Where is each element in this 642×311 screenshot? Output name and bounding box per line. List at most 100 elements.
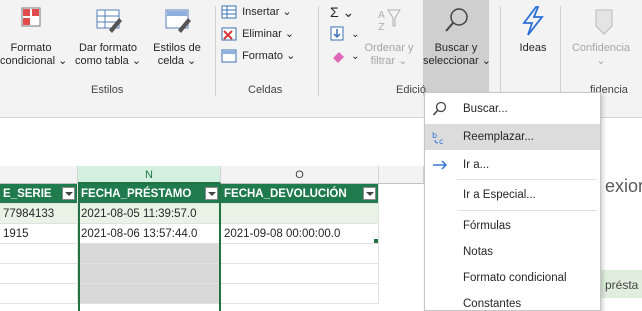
eraser-icon (333, 52, 344, 64)
menu-item-notes[interactable]: Notas (425, 239, 600, 265)
menu-item-label: Ir a Especial... (463, 189, 536, 201)
sensitivity-tag-icon (595, 9, 613, 35)
insert-label: Insertar ⌄ (242, 6, 292, 18)
table-cell[interactable] (221, 244, 379, 264)
sort-filter-button[interactable]: A Z Ordenar y filtrar ⌄ (364, 4, 414, 68)
filter-dropdown-icon[interactable] (205, 187, 218, 200)
filter-dropdown-icon[interactable] (363, 187, 376, 200)
delete-icon (221, 27, 237, 41)
table-cell[interactable] (221, 204, 379, 224)
menu-divider (457, 179, 597, 180)
separator (215, 6, 216, 96)
format-icon (221, 49, 237, 63)
format-as-table-button[interactable]: Dar formato como tabla ⌄ (72, 4, 144, 68)
column-header-n[interactable]: N (78, 166, 221, 184)
menu-item-label: Notas (463, 246, 494, 258)
column-header-m[interactable] (0, 166, 78, 184)
cell-styles-button[interactable]: Estilos de celda ⌄ (148, 4, 206, 68)
autosum-label: Σ ⌄ (330, 4, 355, 20)
find-select-label-1: Buscar y (434, 42, 478, 54)
menu-item-label: Fórmulas (463, 220, 511, 232)
autosum-button[interactable]: Σ ⌄ (330, 2, 354, 22)
delete-button[interactable]: Eliminar ⌄ (221, 24, 294, 44)
sort-filter-label-1: Ordenar y (364, 42, 414, 54)
clear-button[interactable]: ⌄ (330, 46, 359, 66)
table-header-cell[interactable]: FECHA_DEVOLUCIÓN (221, 184, 379, 204)
menu-item-replace[interactable]: b c Reemplazar... (425, 124, 600, 150)
find-select-button[interactable]: Buscar y seleccionar ⌄ (423, 0, 491, 96)
menu-item-label: Constantes (463, 298, 522, 310)
column-header-o[interactable]: O (221, 166, 379, 184)
editing-group-label: Edició (396, 84, 426, 96)
cell-styles-label-1: Estilos de (153, 42, 201, 54)
conditional-format-label-2: condicional ⌄ (0, 55, 68, 67)
format-as-table-label-1: Dar formato (78, 42, 138, 54)
header-prestamo-label: FECHA_PRÉSTAMO (81, 188, 192, 200)
ideas-label: Ideas (519, 42, 547, 54)
fill-down-icon (330, 26, 344, 41)
conditional-format-label-1: Formato (10, 42, 52, 54)
insert-icon (221, 5, 237, 19)
menu-item-goto-special[interactable]: Ir a Especial... (425, 182, 600, 208)
filter-dropdown-icon[interactable] (62, 187, 75, 200)
cell-styles-icon (165, 9, 191, 33)
sort-filter-icon: A Z (378, 9, 401, 33)
table-cell[interactable] (78, 244, 221, 264)
table-cell[interactable] (0, 284, 78, 304)
format-label: Formato ⌄ (242, 50, 296, 62)
table-cell[interactable] (221, 284, 379, 304)
menu-item-formulas[interactable]: Fórmulas (425, 213, 600, 239)
cell-styles-label-2: celda ⌄ (157, 55, 197, 67)
ideas-button[interactable]: Ideas (508, 4, 558, 55)
sensitivity-label: Confidencia (571, 42, 631, 54)
format-button[interactable]: Formato ⌄ (221, 46, 295, 66)
header-devolucion-label: FECHA_DEVOLUCIÓN (224, 188, 347, 200)
table-header-cell[interactable]: FECHA_PRÉSTAMO (78, 184, 221, 204)
menu-item-label: Buscar... (463, 103, 508, 115)
arrow-right-icon (433, 160, 447, 170)
conditional-format-icon (21, 7, 41, 27)
find-select-menu: Buscar... b c Reemplazar... Ir a... Ir a… (424, 92, 601, 311)
cell-corner-marker (374, 239, 378, 243)
table-cell[interactable]: 2021-08-06 13:57:44.0 (78, 224, 221, 244)
separator (318, 6, 319, 96)
table-cell[interactable] (78, 284, 221, 304)
menu-item-conditional-format[interactable]: Formato condicional (425, 265, 600, 291)
replace-icon: b c (432, 131, 443, 145)
table-cell[interactable]: 1915 (0, 224, 78, 244)
conditional-format-button[interactable]: Formato condicional ⌄ (0, 4, 68, 68)
separator (560, 6, 561, 96)
svg-text:b: b (432, 131, 437, 140)
table-cell[interactable]: 77984133 (0, 204, 78, 224)
table-cell[interactable]: 2021-09-08 00:00:00.0 (221, 224, 379, 244)
table-cell[interactable]: 2021-08-05 11:39:57.0 (78, 204, 221, 224)
table-cell[interactable] (0, 264, 78, 284)
menu-item-label: Formato condicional (463, 272, 567, 284)
styles-group-label: Estilos (91, 84, 124, 96)
menu-divider (457, 210, 597, 211)
insert-button[interactable]: Insertar ⌄ (221, 2, 292, 22)
svg-text:c: c (439, 137, 443, 145)
menu-item-label: Reemplazar... (463, 131, 534, 143)
table-header-cell[interactable]: E_SERIE (0, 184, 78, 204)
table-format-icon (96, 9, 122, 33)
column-header-p[interactable] (379, 166, 424, 184)
sort-filter-label-2: filtrar ⌄ (370, 55, 408, 67)
table-cell[interactable] (0, 244, 78, 264)
delete-label: Eliminar ⌄ (242, 28, 295, 40)
sensitivity-button[interactable]: Confidencia ⌄ (566, 4, 636, 68)
menu-item-find[interactable]: Buscar... (425, 96, 600, 122)
lightning-icon (522, 6, 544, 36)
svg-text:A: A (378, 10, 385, 21)
side-panel-card-text: présta (605, 278, 639, 292)
menu-item-label: Ir a... (463, 159, 490, 171)
search-icon (432, 101, 447, 116)
find-select-label-2: seleccionar ⌄ (423, 55, 491, 67)
svg-text:Z: Z (378, 22, 385, 33)
cells-group-label: Celdas (248, 84, 283, 96)
table-cell[interactable] (78, 264, 221, 284)
menu-item-constants[interactable]: Constantes (425, 291, 600, 311)
menu-item-goto[interactable]: Ir a... (425, 152, 600, 178)
table-cell[interactable] (221, 264, 379, 284)
fill-button[interactable]: ⌄ (330, 24, 359, 44)
